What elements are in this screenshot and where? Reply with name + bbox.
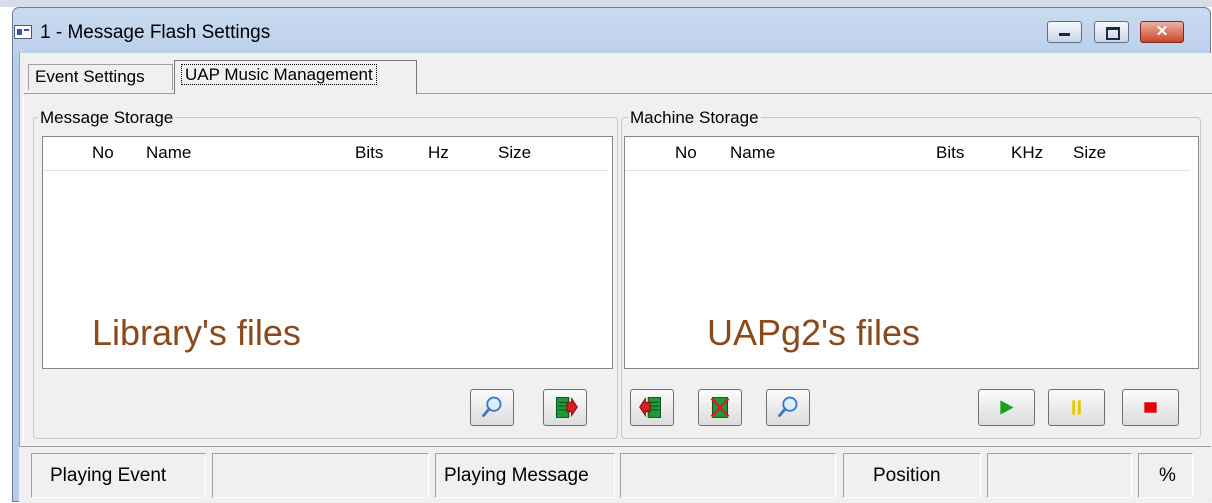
pause-button[interactable] xyxy=(1048,389,1105,426)
minimize-icon xyxy=(1059,33,1070,36)
column-header-size[interactable]: Size xyxy=(1073,143,1106,163)
playing-message-value xyxy=(620,453,836,498)
search-icon xyxy=(778,396,798,417)
maximize-icon xyxy=(1106,27,1120,40)
background-strip xyxy=(0,0,1212,7)
position-label: Position xyxy=(843,453,981,498)
column-header-no[interactable]: No xyxy=(675,143,697,163)
uapg2-files-label: UAPg2's files xyxy=(707,312,920,353)
tab-label: UAP Music Management xyxy=(181,64,377,85)
close-button[interactable]: ✕ xyxy=(1140,21,1184,43)
column-header-bits[interactable]: Bits xyxy=(936,143,964,163)
search-machine-button[interactable] xyxy=(766,389,810,426)
minimize-button[interactable] xyxy=(1047,21,1082,43)
playing-event-value xyxy=(212,453,429,498)
export-to-machine-icon xyxy=(556,396,578,418)
header-divider xyxy=(625,170,1190,171)
tab-uap-music-management[interactable]: UAP Music Management xyxy=(174,60,417,94)
column-header-size[interactable]: Size xyxy=(498,143,531,163)
window-title: 1 - Message Flash Settings xyxy=(40,22,271,43)
column-header-hz[interactable]: Hz xyxy=(428,143,449,163)
library-files-label: Library's files xyxy=(92,312,301,353)
machine-storage-list[interactable]: No Name Bits KHz Size UAPg2's files xyxy=(624,136,1199,369)
position-value xyxy=(987,453,1132,498)
app-icon xyxy=(14,25,32,39)
stop-button[interactable] xyxy=(1122,389,1179,426)
column-header-name[interactable]: Name xyxy=(730,143,775,163)
import-from-machine-icon xyxy=(639,396,661,418)
close-icon: ✕ xyxy=(1155,23,1169,40)
playing-event-label: Playing Event xyxy=(31,453,206,498)
message-storage-legend: Message Storage xyxy=(38,108,176,128)
copy-to-machine-button[interactable] xyxy=(543,389,587,426)
percent-label: % xyxy=(1138,453,1193,498)
column-header-name[interactable]: Name xyxy=(146,143,191,163)
message-storage-list[interactable]: No Name Bits Hz Size Library's files xyxy=(42,136,613,369)
search-icon xyxy=(482,396,502,417)
header-divider xyxy=(43,170,608,171)
play-icon xyxy=(1000,400,1014,415)
column-header-no[interactable]: No xyxy=(92,143,114,163)
delete-file-icon xyxy=(710,397,730,418)
search-button[interactable] xyxy=(470,389,514,426)
machine-storage-legend: Machine Storage xyxy=(628,108,761,128)
column-header-khz[interactable]: KHz xyxy=(1011,143,1043,163)
playing-message-label: Playing Message xyxy=(435,453,615,498)
pause-icon xyxy=(1072,400,1081,415)
play-button[interactable] xyxy=(978,389,1035,426)
tab-event-settings[interactable]: Event Settings xyxy=(28,64,173,90)
copy-to-library-button[interactable] xyxy=(630,389,674,426)
stop-icon xyxy=(1144,402,1157,413)
maximize-button[interactable] xyxy=(1094,21,1129,43)
delete-file-button[interactable] xyxy=(698,389,742,426)
column-header-bits[interactable]: Bits xyxy=(355,143,383,163)
